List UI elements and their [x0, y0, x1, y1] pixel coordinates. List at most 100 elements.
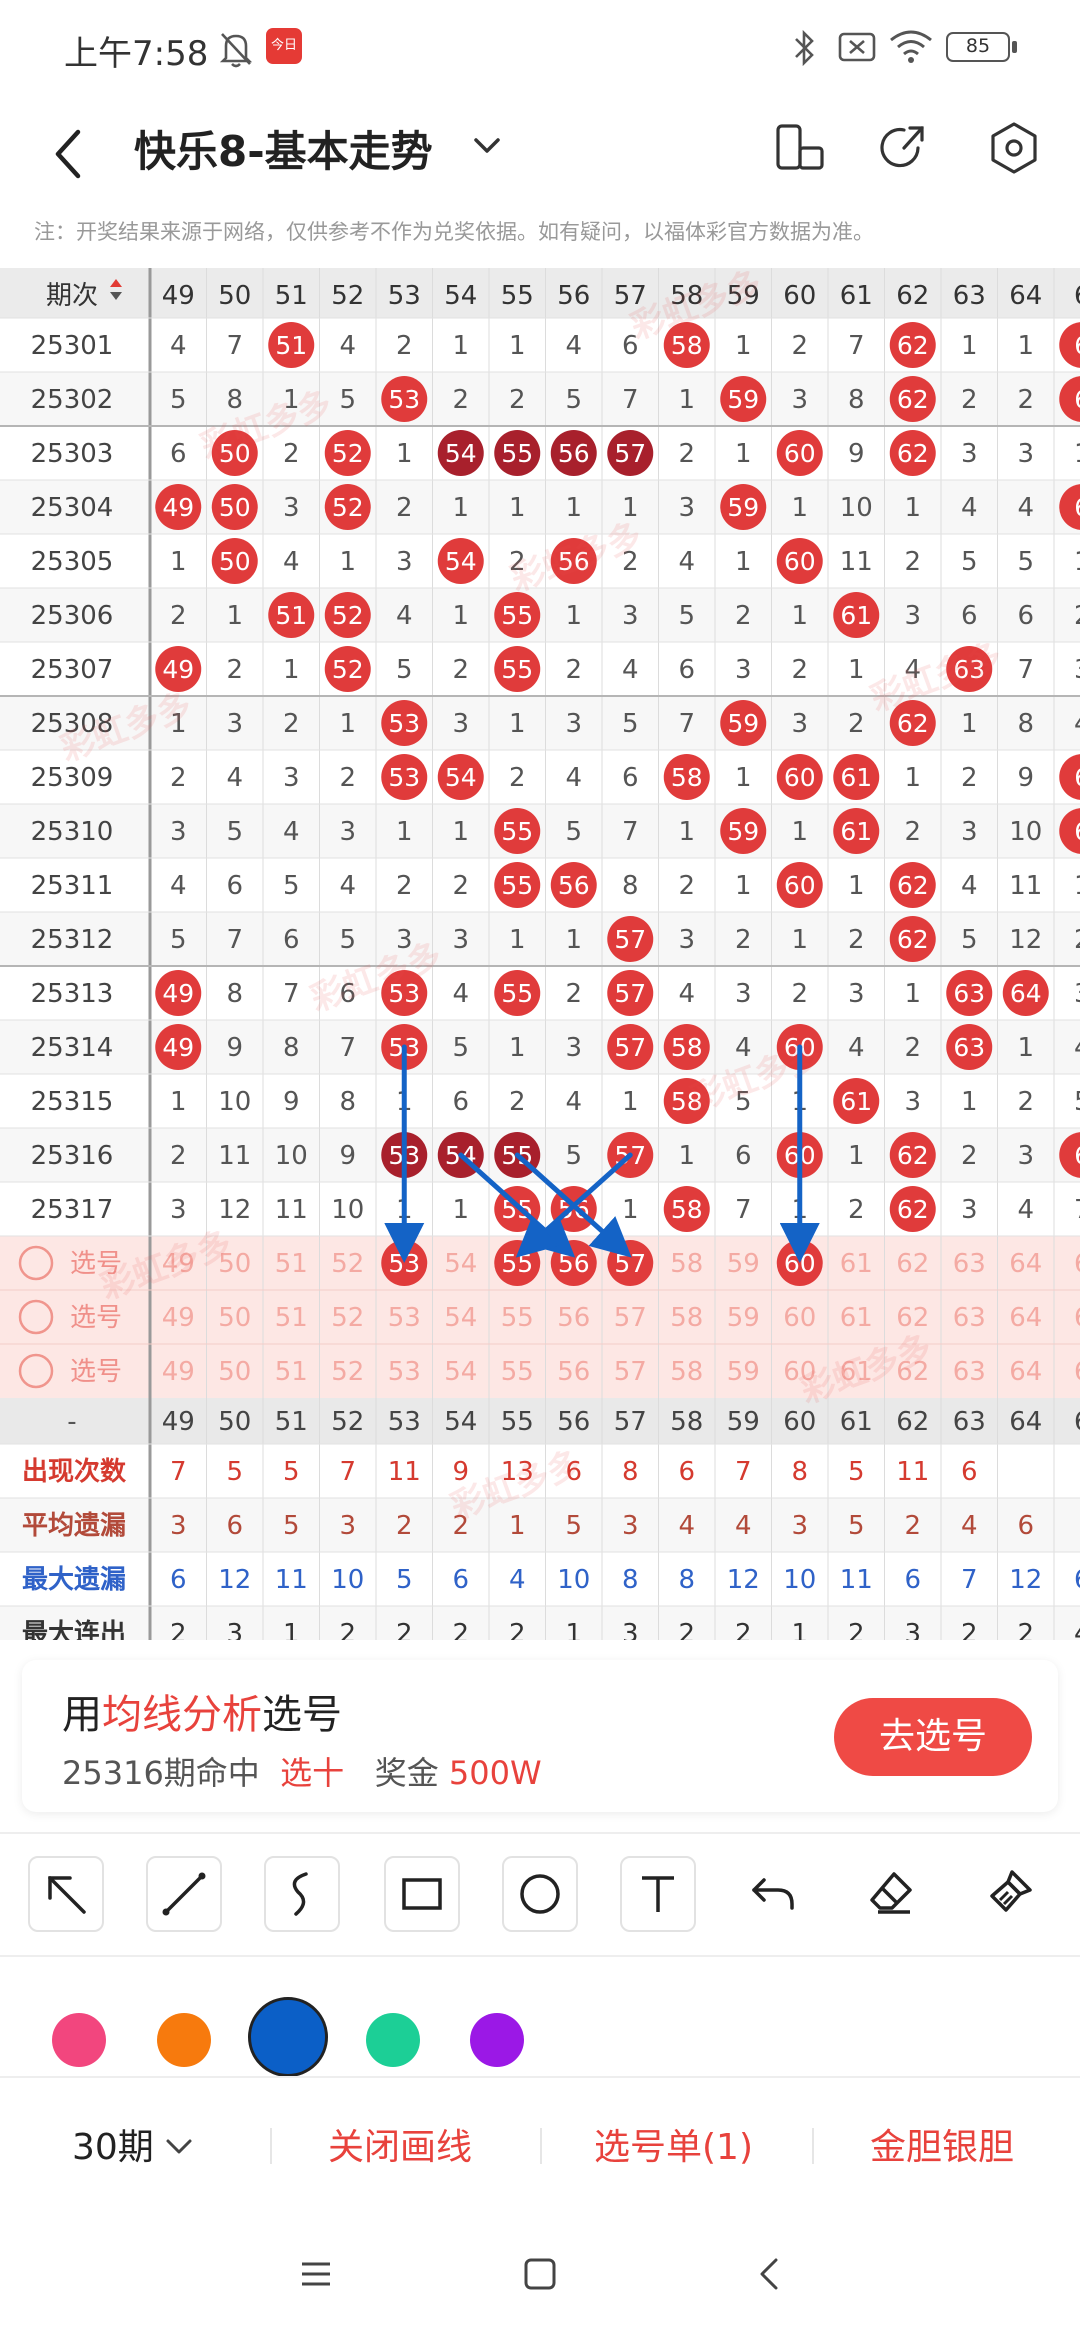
rotate-screen-icon[interactable]: [770, 118, 830, 178]
trend-grid[interactable]: 期次49505152535455565758596061626364625301…: [0, 268, 1080, 1640]
chevron-down-icon[interactable]: [470, 128, 504, 162]
miss-count: 9: [339, 1141, 356, 1171]
miss-count: 5: [565, 817, 582, 847]
miss-count: 3: [339, 817, 356, 847]
period-25304: 25304: [31, 493, 114, 523]
miss-count: 5: [961, 925, 978, 955]
miss-count: 1: [170, 547, 187, 577]
gold-silver-button[interactable]: 金胆银胆: [870, 2118, 1014, 2170]
go-pick-button[interactable]: 去选号: [834, 1698, 1032, 1776]
stat-value: 2: [170, 1619, 187, 1640]
miss-count: 6: [283, 925, 300, 955]
trend-grid-canvas[interactable]: 期次49505152535455565758596061626364625301…: [0, 268, 1080, 1640]
miss-count: 6: [678, 655, 695, 685]
miss-count: 5: [961, 547, 978, 577]
miss-count: 2: [226, 655, 243, 685]
hit-number-59: 59: [727, 493, 759, 522]
promo-card[interactable]: 用均线分析选号 25316期命中 选十 奖金 500W 去选号: [22, 1660, 1058, 1812]
text-tool-button[interactable]: [620, 1856, 696, 1932]
miss-count: 5: [452, 1033, 469, 1063]
miss-count: 3: [791, 385, 808, 415]
stat-value: 5: [283, 1511, 300, 1541]
page-title[interactable]: 快乐8-基本走势: [134, 118, 433, 179]
miss-count: 9: [226, 1033, 243, 1063]
miss-count: 5: [622, 709, 639, 739]
color-palette: [0, 1970, 1080, 2077]
text-tool-icon: [642, 1876, 674, 1912]
miss-count: 2: [735, 601, 752, 631]
circle-tool-button[interactable]: [502, 1856, 578, 1932]
column-header-53: 53: [388, 281, 421, 311]
miss-count: 2: [791, 331, 808, 361]
stat-value: 1: [791, 1619, 808, 1640]
color-swatch-pink[interactable]: [52, 2013, 106, 2067]
arrow-tool-button[interactable]: [28, 1856, 104, 1932]
hit-number-58: 58: [671, 1195, 703, 1224]
miss-count: 4: [1074, 1033, 1080, 1063]
miss-count: 11: [275, 1195, 308, 1225]
back-arrow-icon[interactable]: [48, 124, 88, 184]
curve-tool-icon: [292, 1872, 308, 1916]
miss-count: 2: [1017, 385, 1034, 415]
hit-number-52: 52: [332, 493, 364, 522]
hit-number-55: 55: [501, 439, 533, 468]
clear-brush-icon: [990, 1870, 1032, 1912]
menu-icon[interactable]: [298, 2256, 334, 2292]
summary-column-6: 6: [1074, 1407, 1080, 1437]
color-swatch-green[interactable]: [366, 2013, 420, 2067]
close-lines-button[interactable]: 关闭画线: [328, 2118, 472, 2170]
stat-value: 7: [170, 1457, 187, 1487]
settings-hexagon-icon[interactable]: [984, 118, 1044, 178]
select-number-49: 49: [162, 1357, 195, 1387]
miss-count: 8: [339, 1087, 356, 1117]
chevron-down-icon[interactable]: [164, 2134, 194, 2160]
home-square-icon[interactable]: [522, 2256, 558, 2292]
miss-count: 2: [904, 1033, 921, 1063]
curve-tool-button[interactable]: [264, 1856, 340, 1932]
stat-value: 7: [339, 1457, 356, 1487]
stat-value: 3: [226, 1619, 243, 1640]
miss-count: 1: [283, 655, 300, 685]
select-number-64: 64: [1009, 1303, 1042, 1333]
select-number-52: 52: [331, 1357, 364, 1387]
share-icon[interactable]: [874, 118, 934, 178]
column-header-52: 52: [331, 281, 364, 311]
hit-number-61: 61: [840, 763, 872, 792]
miss-count: 3: [283, 763, 300, 793]
miss-count: 2: [678, 871, 695, 901]
undo-tool-button[interactable]: [738, 1856, 814, 1932]
hit-number-63: 63: [953, 979, 985, 1008]
arrow-tool-icon: [48, 1876, 86, 1914]
clear-tool-button[interactable]: [974, 1856, 1050, 1932]
select-number-58: 58: [670, 1249, 703, 1279]
battery-level: 85: [965, 35, 991, 57]
pick-list-button[interactable]: 选号单(1): [594, 2118, 753, 2170]
period-25312: 25312: [31, 925, 114, 955]
hit-number-53: 53: [388, 763, 420, 792]
color-swatch-purple[interactable]: [470, 2013, 524, 2067]
miss-count: 2: [961, 763, 978, 793]
divider: [0, 1955, 1080, 1957]
back-triangle-icon[interactable]: [752, 2256, 788, 2292]
rectangle-tool-button[interactable]: [384, 1856, 460, 1932]
color-swatch-blue-selected[interactable]: [248, 1997, 328, 2077]
miss-count: 5: [170, 385, 187, 415]
miss-count: 2: [509, 1087, 526, 1117]
miss-count: 4: [170, 331, 187, 361]
stat-value: 2: [339, 1619, 356, 1640]
miss-count: 2: [735, 925, 752, 955]
line-tool-button[interactable]: [146, 1856, 222, 1932]
miss-count: 1: [339, 547, 356, 577]
period-selector[interactable]: 30期: [72, 2118, 154, 2170]
stat-value: 6: [904, 1565, 921, 1595]
select-number-54: 54: [444, 1303, 477, 1333]
miss-count: 2: [452, 655, 469, 685]
miss-count: 12: [218, 1195, 251, 1225]
miss-count: 2: [396, 493, 413, 523]
hit-number-52: 52: [332, 655, 364, 684]
miss-count: 10: [1009, 817, 1042, 847]
miss-count: 2: [509, 385, 526, 415]
eraser-tool-button[interactable]: [856, 1856, 932, 1932]
miss-count: 2: [791, 655, 808, 685]
color-swatch-orange[interactable]: [157, 2013, 211, 2067]
